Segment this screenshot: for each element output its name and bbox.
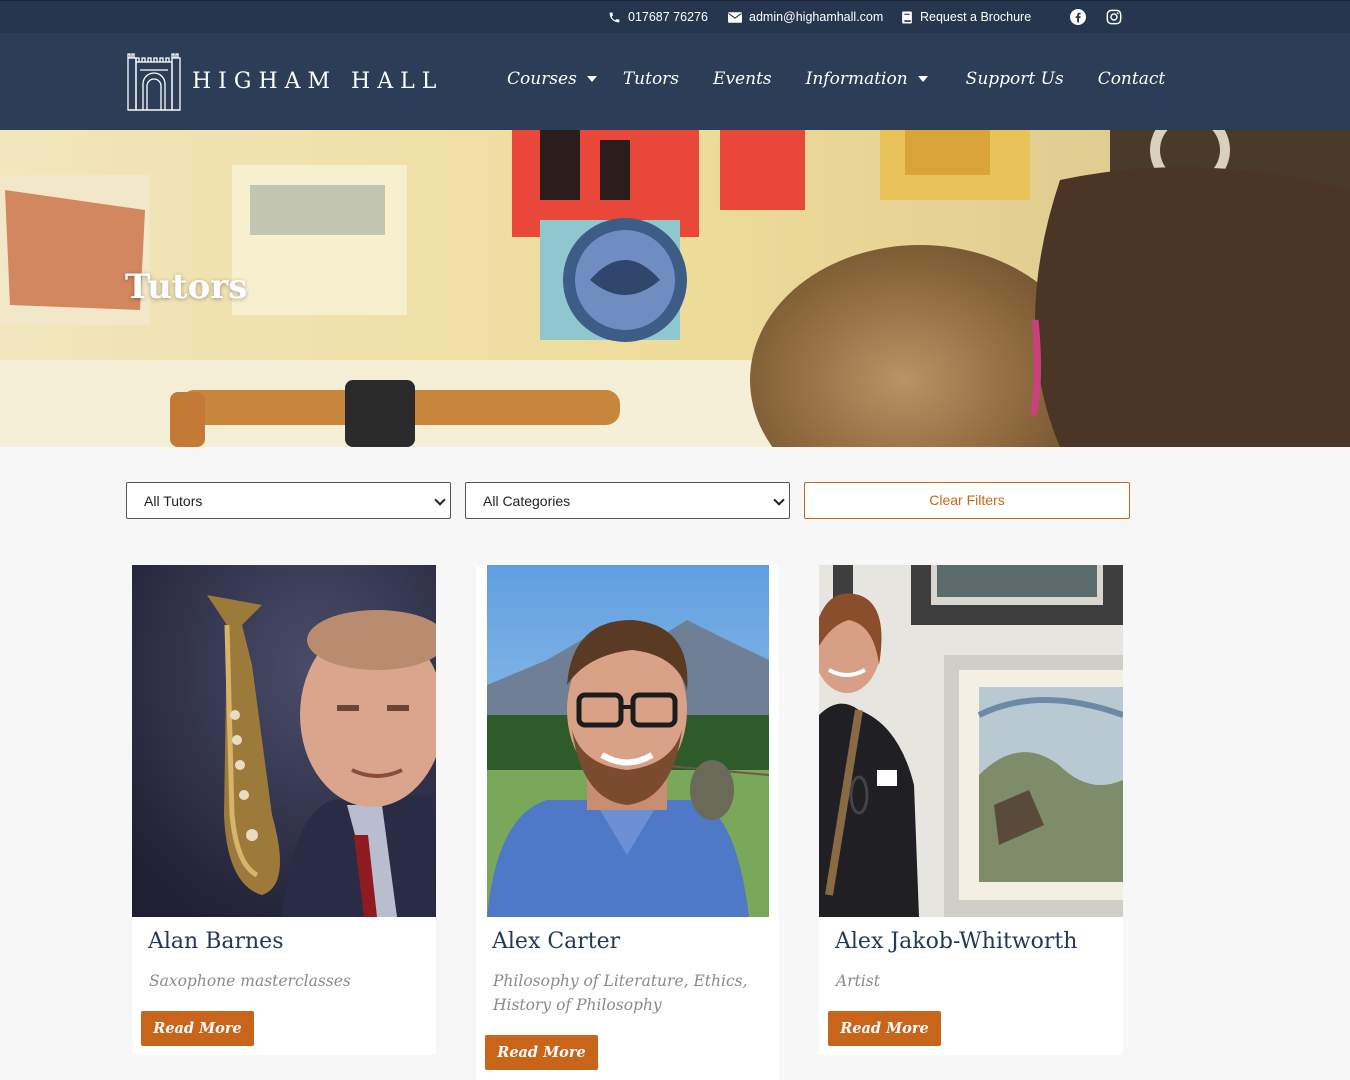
chevron-down-icon bbox=[434, 494, 446, 506]
nav-label: Contact bbox=[1097, 69, 1166, 89]
chevron-down-icon bbox=[773, 494, 785, 506]
email-link[interactable]: admin@highamhall.com bbox=[728, 10, 883, 24]
read-more-button[interactable]: Read More bbox=[141, 1011, 254, 1046]
chevron-down-icon bbox=[586, 76, 597, 82]
hall-logo-icon bbox=[127, 53, 181, 111]
phone-icon bbox=[609, 12, 620, 22]
tutor-photo[interactable] bbox=[132, 565, 436, 917]
nav-label: Support Us bbox=[965, 69, 1064, 89]
brochure-link[interactable]: Request a Brochure bbox=[901, 10, 1031, 24]
chevron-down-icon bbox=[917, 76, 928, 82]
book-icon bbox=[902, 11, 912, 23]
tutor-subtitle: Artist bbox=[836, 972, 880, 990]
site-header: HIGHAM HALL Courses Tutors Events Inform… bbox=[0, 33, 1350, 130]
email-address: admin@highamhall.com bbox=[749, 10, 884, 24]
phone-number: 017687 76276 bbox=[628, 10, 708, 24]
tutor-portrait-image bbox=[819, 565, 1123, 917]
facebook-icon[interactable] bbox=[1070, 9, 1086, 25]
tutor-select[interactable]: All Tutors bbox=[126, 482, 451, 519]
nav-label: Tutors bbox=[622, 69, 680, 89]
envelope-icon bbox=[728, 11, 742, 23]
tutor-subtitle: Philosophy of Literature, Ethics, Histor… bbox=[493, 972, 748, 1014]
tutor-portrait-image bbox=[132, 565, 436, 917]
nav-label: Courses bbox=[507, 69, 577, 89]
top-contact-bar: 017687 76276 admin@highamhall.com Reques… bbox=[0, 0, 1350, 33]
read-more-button[interactable]: Read More bbox=[828, 1011, 941, 1046]
tutor-name[interactable]: Alan Barnes bbox=[148, 929, 283, 954]
nav-contact[interactable]: Contact bbox=[1098, 69, 1166, 89]
tutor-portrait-image bbox=[487, 565, 769, 917]
tutor-select-value: All Tutors bbox=[144, 493, 203, 509]
read-more-button[interactable]: Read More bbox=[485, 1035, 598, 1070]
main-nav: Courses Tutors Events Information Suppor… bbox=[507, 69, 1165, 89]
category-select-value: All Categories bbox=[483, 493, 571, 509]
phone-link[interactable]: 017687 76276 bbox=[608, 10, 708, 24]
tutor-subtitle: Saxophone masterclasses bbox=[149, 972, 351, 990]
nav-label: Events bbox=[713, 69, 772, 89]
tutor-card: Alex Carter Philosophy of Literature, Et… bbox=[476, 565, 779, 1080]
nav-courses[interactable]: Courses bbox=[507, 69, 597, 89]
hero-banner: Tutors bbox=[0, 130, 1350, 447]
tutor-name[interactable]: Alex Carter bbox=[492, 929, 620, 954]
brochure-label: Request a Brochure bbox=[920, 10, 1032, 24]
nav-label: Information bbox=[805, 69, 908, 89]
instagram-icon[interactable] bbox=[1106, 9, 1122, 25]
category-select[interactable]: All Categories bbox=[465, 482, 790, 519]
nav-tutors[interactable]: Tutors bbox=[623, 69, 679, 89]
nav-support-us[interactable]: Support Us bbox=[966, 69, 1064, 89]
site-logo[interactable]: HIGHAM HALL bbox=[126, 50, 443, 112]
nav-events[interactable]: Events bbox=[713, 69, 772, 89]
page-title: Tutors bbox=[125, 267, 248, 307]
tutor-card: Alex Jakob-Whitworth Artist Read More bbox=[819, 565, 1123, 1055]
tutor-card: Alan Barnes Saxophone masterclasses Read… bbox=[132, 565, 436, 1055]
clear-filters-button[interactable]: Clear Filters bbox=[804, 482, 1130, 519]
tutor-photo[interactable] bbox=[487, 565, 769, 917]
tutor-name[interactable]: Alex Jakob-Whitworth bbox=[835, 929, 1077, 954]
logo-text: HIGHAM HALL bbox=[192, 68, 444, 94]
tutor-photo[interactable] bbox=[819, 565, 1123, 917]
nav-information[interactable]: Information bbox=[806, 69, 928, 89]
